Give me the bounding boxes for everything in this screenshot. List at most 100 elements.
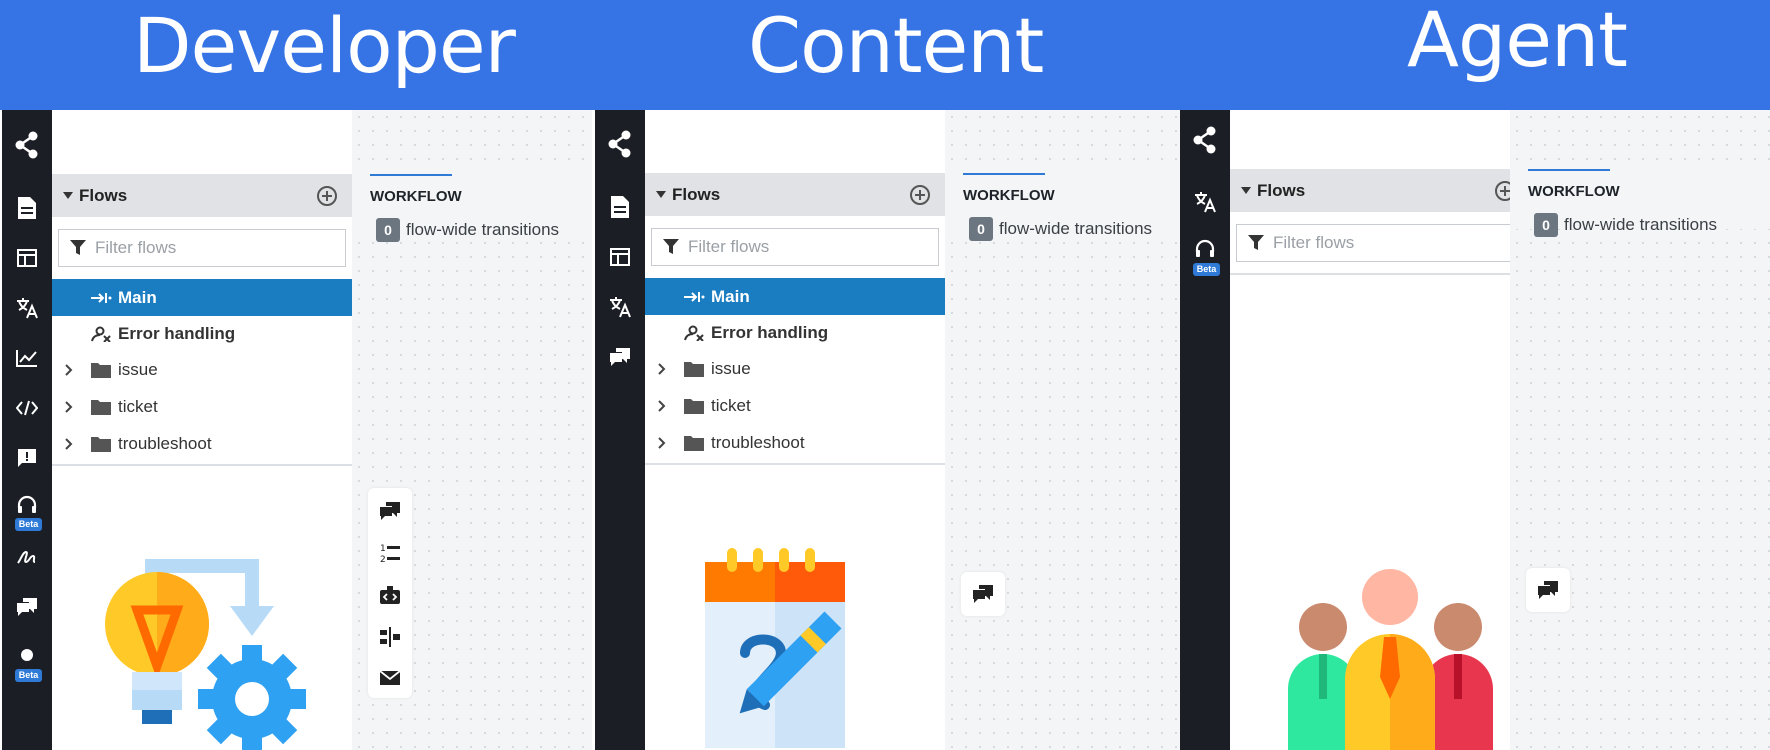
table-icon[interactable] (595, 237, 645, 277)
translate-icon[interactable] (595, 287, 645, 327)
folder-item-troubleshoot[interactable]: troubleshoot (645, 424, 945, 461)
flow-item-error-handling[interactable]: Error handling (52, 315, 352, 352)
flow-wide-transitions[interactable]: 0 flow-wide transitions (376, 218, 559, 242)
envelope-icon[interactable] (368, 658, 412, 698)
transitions-label: flow-wide transitions (999, 219, 1153, 238)
flow-item-label: Error handling (118, 323, 236, 343)
folder-icon (91, 399, 111, 415)
collapse-caret-icon[interactable] (656, 191, 666, 198)
folder-item-label: ticket (711, 395, 751, 415)
beta-badge: Beta (1193, 263, 1220, 276)
chat-bubbles-icon[interactable] (961, 574, 1005, 614)
flows-title: Flows (672, 184, 721, 204)
filter-icon (663, 239, 679, 254)
tab-workflow[interactable]: WORKFLOW (963, 187, 1055, 204)
filter-flows-field[interactable] (1236, 224, 1524, 262)
folder-item-troubleshoot[interactable]: troubleshoot (52, 425, 352, 462)
flow-item-main[interactable]: Main (645, 278, 945, 315)
notepad-pen-icon (705, 548, 845, 748)
bot-icon[interactable] (368, 575, 412, 615)
flows-header: Flows (645, 173, 945, 216)
table-icon[interactable] (2, 238, 52, 278)
filter-icon (70, 240, 86, 255)
chat-bubbles-icon[interactable] (2, 587, 52, 627)
folder-item-label: troubleshoot (118, 433, 212, 453)
role-title-developer: Developer (133, 1, 516, 90)
flow-item-label: Main (118, 287, 157, 307)
transitions-label: flow-wide transitions (1564, 215, 1718, 234)
flow-wide-transitions[interactable]: 0 flow-wide transitions (969, 217, 1152, 241)
tab-active-indicator (963, 173, 1045, 175)
chevron-right-icon[interactable] (657, 362, 667, 376)
node-toolbox: 12 (368, 488, 412, 698)
beta-badge: Beta (15, 518, 42, 531)
share-icon[interactable] (1180, 120, 1230, 160)
collapse-caret-icon[interactable] (1241, 187, 1251, 194)
developer-panel: Beta Beta Flows Filter flows Main Error … (2, 110, 592, 750)
workflow-canvas[interactable]: WORKFLOW 0 flow-wide transitions (1510, 110, 1770, 750)
chevron-right-icon[interactable] (657, 399, 667, 413)
code-icon[interactable] (2, 388, 52, 428)
analytics-icon[interactable] (2, 338, 52, 378)
workflow-canvas[interactable]: WORKFLOW 0 flow-wide transitions (945, 110, 1180, 750)
filter-flows-input[interactable] (95, 238, 325, 258)
flow-item-main[interactable]: Main (52, 279, 352, 316)
folder-item-issue[interactable]: issue (645, 350, 945, 387)
share-icon[interactable] (2, 125, 52, 165)
folder-item-ticket[interactable]: ticket (645, 387, 945, 424)
folder-item-ticket[interactable]: ticket (52, 388, 352, 425)
chevron-right-icon[interactable] (64, 437, 74, 451)
folder-icon (91, 362, 111, 378)
flow-wide-transitions[interactable]: 0 flow-wide transitions (1534, 213, 1717, 237)
agents-group-icon (1288, 569, 1493, 750)
folder-icon (91, 436, 111, 452)
flow-item-error-handling[interactable]: Error handling (645, 314, 945, 351)
chat-bubbles-icon[interactable] (1526, 570, 1570, 610)
side-rail (595, 110, 645, 750)
folder-icon (684, 361, 704, 377)
flow-item-label: Error handling (711, 322, 829, 342)
role-title-content: Content (748, 1, 1044, 90)
split-icon[interactable] (368, 617, 412, 657)
signature-icon[interactable] (2, 537, 52, 577)
document-icon[interactable] (595, 187, 645, 227)
tab-workflow[interactable]: WORKFLOW (370, 188, 462, 205)
content-panel: Flows Main Error handling issue (595, 110, 1180, 750)
chat-bubbles-icon[interactable] (368, 491, 412, 531)
entry-arrow-icon (684, 291, 705, 302)
folder-item-label: troubleshoot (711, 432, 805, 452)
chevron-right-icon[interactable] (657, 436, 667, 450)
transitions-label: flow-wide transitions (406, 220, 560, 239)
document-icon[interactable] (2, 188, 52, 228)
translate-icon[interactable] (2, 288, 52, 328)
svg-text:1: 1 (380, 544, 386, 554)
share-icon[interactable] (595, 124, 645, 164)
filter-icon (1248, 235, 1264, 250)
side-rail: Beta (1180, 110, 1230, 750)
chevron-right-icon[interactable] (64, 400, 74, 414)
entry-arrow-icon (91, 292, 112, 303)
filter-flows-input[interactable] (688, 237, 918, 257)
divider (52, 464, 352, 466)
feedback-icon[interactable] (2, 438, 52, 478)
chat-bubbles-icon[interactable] (595, 337, 645, 377)
chevron-right-icon[interactable] (64, 363, 74, 377)
filter-flows-input[interactable] (1273, 233, 1503, 253)
translate-icon[interactable] (1180, 182, 1230, 222)
workflow-canvas[interactable]: WORKFLOW 0 flow-wide transitions 12 (352, 110, 592, 750)
collapse-caret-icon[interactable] (63, 192, 73, 199)
transition-count-badge: 0 (969, 217, 993, 241)
numbered-list-icon[interactable]: 12 (368, 533, 412, 573)
filter-flows-field[interactable] (651, 228, 939, 266)
node-toolbox (961, 572, 1005, 616)
add-flow-icon[interactable] (909, 184, 931, 211)
flows-title: Flows (79, 185, 128, 205)
add-flow-icon[interactable] (316, 185, 338, 212)
beta-badge: Beta (15, 669, 42, 682)
folder-item-label: ticket (118, 396, 158, 416)
tab-workflow[interactable]: WORKFLOW (1528, 183, 1620, 200)
filter-flows-field[interactable] (58, 229, 346, 267)
flows-header: Flows (52, 174, 352, 217)
folder-item-issue[interactable]: issue (52, 351, 352, 388)
transition-count-badge: 0 (1534, 213, 1558, 237)
